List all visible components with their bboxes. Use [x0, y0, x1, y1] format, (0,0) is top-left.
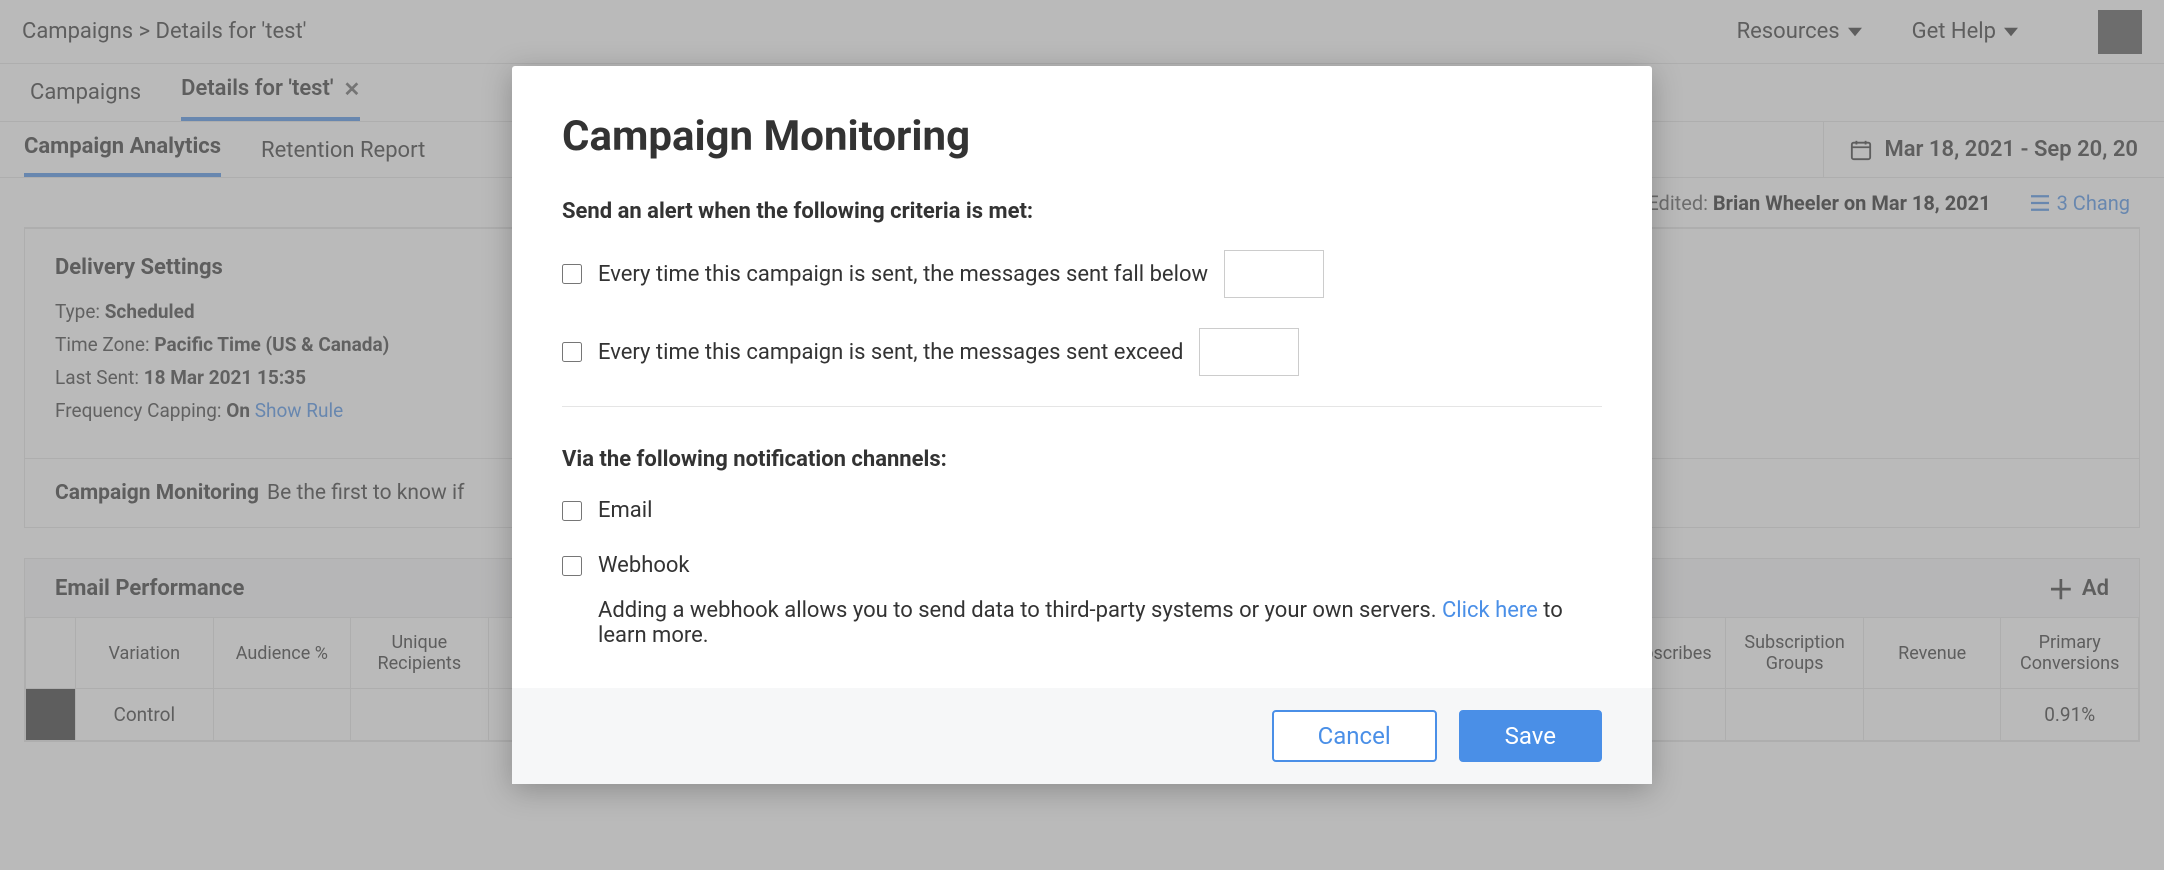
- cancel-button[interactable]: Cancel: [1272, 710, 1437, 762]
- criteria-exceed-row: Every time this campaign is sent, the me…: [562, 328, 1602, 376]
- channel-email-row: Email: [562, 498, 1602, 523]
- criteria-exceed-input[interactable]: [1199, 328, 1299, 376]
- campaign-monitoring-modal: Campaign Monitoring Send an alert when t…: [512, 66, 1652, 784]
- channel-webhook-row: Webhook: [562, 553, 1602, 578]
- channel-webhook-label: Webhook: [598, 553, 690, 578]
- criteria-below-row: Every time this campaign is sent, the me…: [562, 250, 1602, 298]
- channel-email-checkbox[interactable]: [562, 501, 582, 521]
- modal-overlay[interactable]: Campaign Monitoring Send an alert when t…: [0, 0, 2164, 870]
- criteria-below-input[interactable]: [1224, 250, 1324, 298]
- channel-email-label: Email: [598, 498, 652, 523]
- criteria-below-checkbox[interactable]: [562, 264, 582, 284]
- channel-webhook-checkbox[interactable]: [562, 556, 582, 576]
- criteria-exceed-text: Every time this campaign is sent, the me…: [598, 340, 1183, 365]
- channels-section-label: Via the following notification channels:: [562, 447, 1602, 472]
- webhook-note: Adding a webhook allows you to send data…: [598, 598, 1602, 648]
- modal-footer: Cancel Save: [512, 688, 1652, 784]
- criteria-section-label: Send an alert when the following criteri…: [562, 199, 1602, 224]
- criteria-exceed-checkbox[interactable]: [562, 342, 582, 362]
- save-button[interactable]: Save: [1459, 710, 1602, 762]
- modal-title: Campaign Monitoring: [562, 112, 1602, 161]
- webhook-note-link[interactable]: Click here: [1442, 598, 1538, 623]
- modal-divider: [562, 406, 1602, 407]
- webhook-note-pre: Adding a webhook allows you to send data…: [598, 598, 1442, 623]
- criteria-below-text: Every time this campaign is sent, the me…: [598, 262, 1208, 287]
- modal-body: Campaign Monitoring Send an alert when t…: [512, 66, 1652, 688]
